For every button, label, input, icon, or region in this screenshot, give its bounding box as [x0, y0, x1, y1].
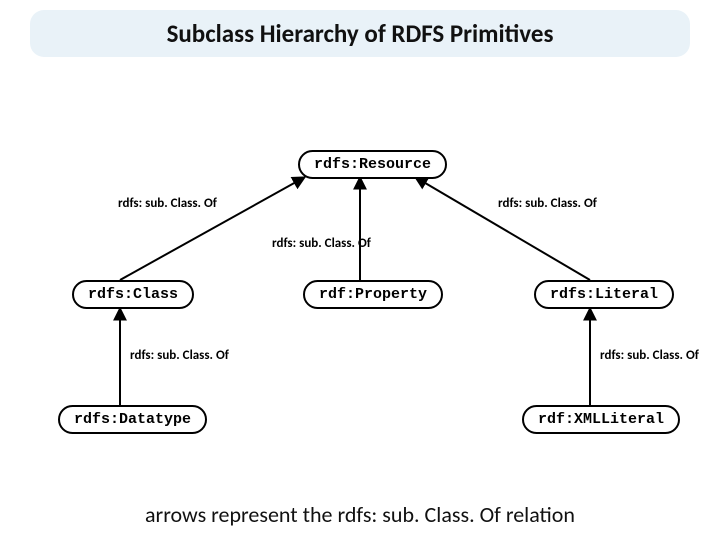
edge-label-literal-resource: rdfs: sub. Class. Of — [498, 196, 597, 211]
page-title: Subclass Hierarchy of RDFS Primitives — [30, 10, 690, 57]
edge-label-class-resource: rdfs: sub. Class. Of — [118, 196, 217, 211]
edge-label-property-resource: rdfs: sub. Class. Of — [272, 236, 371, 251]
node-rdf-property: rdf:Property — [303, 280, 443, 309]
node-label: rdfs:Literal — [550, 286, 658, 303]
node-label: rdf:XMLLiteral — [538, 411, 664, 428]
node-rdfs-resource: rdfs:Resource — [298, 150, 447, 179]
node-label: rdfs:Class — [88, 286, 178, 303]
page-title-text: Subclass Hierarchy of RDFS Primitives — [167, 18, 554, 49]
node-label: rdfs:Resource — [314, 156, 431, 173]
edge-label-xmlliteral-literal: rdfs: sub. Class. Of — [600, 348, 699, 363]
caption-text: arrows represent the rdfs: sub. Class. O… — [145, 501, 575, 528]
node-rdf-xmlliteral: rdf:XMLLiteral — [522, 405, 680, 434]
node-label: rdf:Property — [319, 286, 427, 303]
node-label: rdfs:Datatype — [74, 411, 191, 428]
edge-label-datatype-class: rdfs: sub. Class. Of — [130, 348, 229, 363]
diagram-caption: arrows represent the rdfs: sub. Class. O… — [0, 501, 720, 528]
node-rdfs-datatype: rdfs:Datatype — [58, 405, 207, 434]
node-rdfs-literal: rdfs:Literal — [534, 280, 674, 309]
node-rdfs-class: rdfs:Class — [72, 280, 194, 309]
